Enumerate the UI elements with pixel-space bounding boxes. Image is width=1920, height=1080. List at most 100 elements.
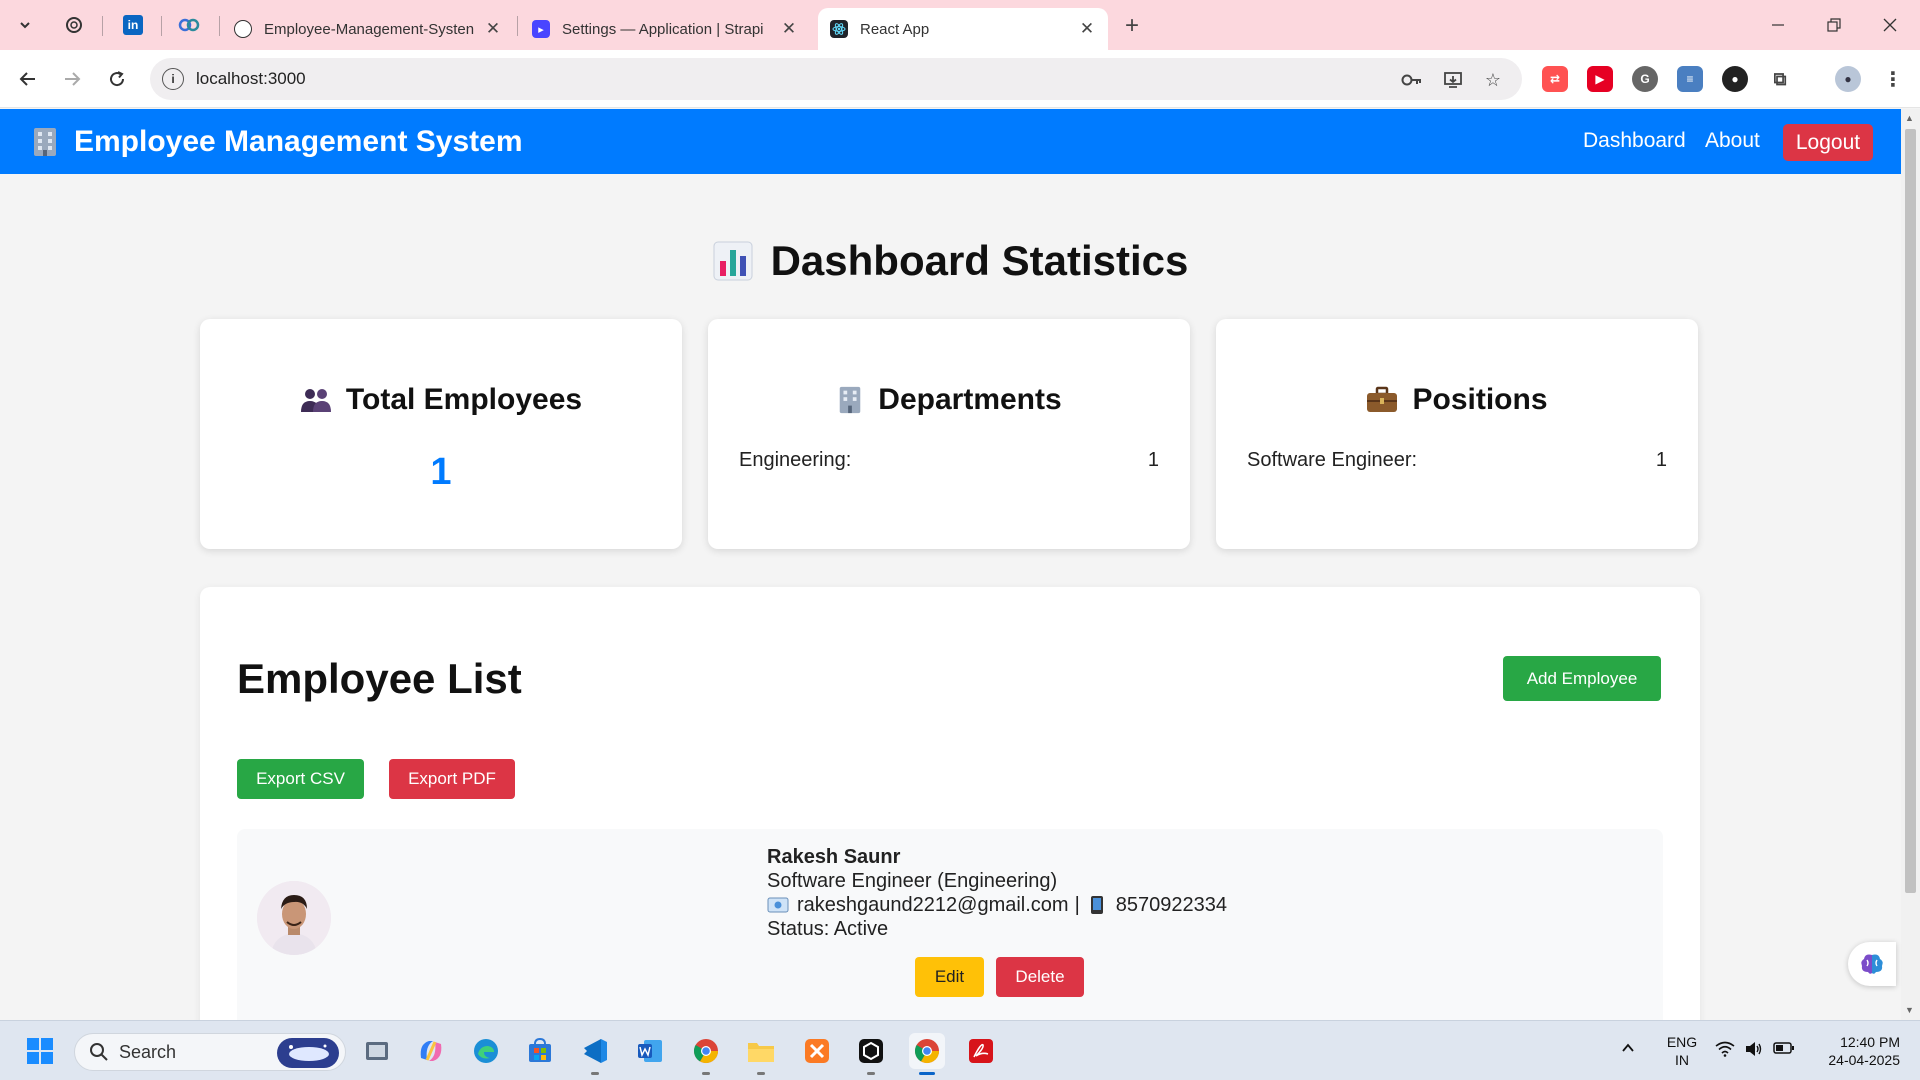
employee-avatar <box>257 881 331 955</box>
taskbar-edge[interactable] <box>468 1033 504 1069</box>
export-pdf-button[interactable]: Export PDF <box>389 759 515 799</box>
tab-title: Settings — Application | Strapi <box>562 20 764 38</box>
scroll-thumb[interactable] <box>1905 129 1916 893</box>
extension-youtube-icon[interactable]: ▶ <box>1587 66 1613 92</box>
total-employees-count: 1 <box>430 451 452 493</box>
taskbar-copilot[interactable] <box>413 1033 449 1069</box>
department-row: Engineering: 1 <box>739 449 1159 472</box>
taskbar-vscode[interactable] <box>577 1033 613 1075</box>
pinned-tab-linkedin[interactable]: in <box>121 13 145 37</box>
reload-button[interactable] <box>102 64 132 94</box>
employee-list-title: Employee List <box>237 655 522 702</box>
close-window-button[interactable] <box>1870 10 1910 40</box>
taskbar-search-label: Search <box>119 1041 177 1062</box>
taskbar-file-explorer[interactable] <box>743 1033 779 1075</box>
bar-chart-icon <box>713 241 753 281</box>
battery-icon <box>1773 1042 1794 1054</box>
task-view-button[interactable] <box>359 1033 395 1069</box>
taskbar-unity[interactable] <box>853 1033 889 1075</box>
minimize-button[interactable] <box>1758 10 1798 40</box>
tab-search-button[interactable] <box>10 11 40 39</box>
stat-card-positions: Positions Software Engineer: 1 <box>1216 319 1698 549</box>
language-indicator[interactable]: ENG IN <box>1664 1033 1700 1069</box>
employee-status: Status: Active <box>767 918 889 940</box>
position-row: Software Engineer: 1 <box>1247 449 1667 472</box>
tab-strapi[interactable]: ▸ Settings — Application | Strapi ✕ <box>520 8 810 50</box>
employee-details: Rakesh Saunr Software Engineer (Engineer… <box>767 845 1227 941</box>
minimize-icon <box>1772 24 1784 26</box>
profile-avatar[interactable]: ● <box>1835 66 1861 92</box>
taskbar-clock[interactable]: 12:40 PM 24-04-2025 <box>1800 1033 1900 1069</box>
export-csv-button[interactable]: Export CSV <box>237 759 364 799</box>
floating-assistant-button[interactable] <box>1848 942 1896 986</box>
taskbar-search[interactable]: Search <box>74 1033 346 1071</box>
vscode-icon <box>584 1039 607 1063</box>
reload-icon <box>110 71 125 87</box>
password-key-icon[interactable] <box>1399 67 1425 93</box>
restore-button[interactable] <box>1814 10 1854 40</box>
nav-link-about[interactable]: About <box>1705 129 1760 153</box>
dashboard-title: Dashboard Statistics <box>0 237 1901 285</box>
bookmark-star-icon[interactable]: ☆ <box>1480 67 1506 93</box>
delete-employee-button[interactable]: Delete <box>996 957 1084 997</box>
taskbar-xampp[interactable] <box>799 1033 835 1069</box>
taskbar-word[interactable] <box>632 1033 668 1069</box>
restore-icon <box>1827 18 1841 32</box>
scroll-up-arrow-icon[interactable]: ▲ <box>1905 113 1914 123</box>
edit-employee-button[interactable]: Edit <box>915 957 984 997</box>
loop-icon <box>178 18 200 32</box>
chevron-down-icon <box>20 22 30 29</box>
system-tray-status[interactable] <box>1715 1041 1795 1057</box>
extension-printer-icon[interactable]: ≡ <box>1677 66 1703 92</box>
clock-time: 12:40 PM <box>1840 1034 1900 1050</box>
pinned-tab-chatgpt[interactable] <box>62 13 86 37</box>
language-code: ENG <box>1666 1034 1698 1050</box>
browser-menu-icon[interactable]: ⋮ <box>1880 66 1906 92</box>
close-icon[interactable]: ✕ <box>484 19 502 39</box>
taskbar-chrome-active[interactable] <box>909 1033 945 1075</box>
taskbar-acrobat[interactable] <box>963 1033 999 1069</box>
app-navbar: Employee Management System Dashboard Abo… <box>0 109 1901 174</box>
extension-grammarly-icon[interactable]: G <box>1632 66 1658 92</box>
install-app-icon[interactable] <box>1440 67 1466 93</box>
card-heading: Total Employees <box>200 383 682 417</box>
address-bar[interactable]: i localhost:3000 ☆ <box>150 58 1522 100</box>
extensions-puzzle-icon[interactable]: ⧉ <box>1767 66 1793 92</box>
page-scrollbar[interactable]: ▲ ▼ <box>1901 109 1920 1020</box>
taskbar-chrome-profile[interactable] <box>688 1033 724 1075</box>
employee-role: Software Engineer (Engineering) <box>767 870 1058 892</box>
add-employee-button[interactable]: Add Employee <box>1503 656 1661 701</box>
site-info-icon[interactable]: i <box>162 68 184 90</box>
logout-button[interactable]: Logout <box>1783 124 1873 161</box>
xampp-icon <box>805 1039 829 1063</box>
search-icon <box>90 1043 108 1061</box>
department-name: Engineering: <box>739 449 852 471</box>
windows-start-button[interactable] <box>22 1033 58 1069</box>
employee-phone: 8570922334 <box>1115 894 1228 916</box>
taskbar-store[interactable] <box>522 1033 558 1069</box>
show-hidden-icons-button[interactable] <box>1620 1041 1636 1059</box>
page-viewport: Employee Management System Dashboard Abo… <box>0 109 1901 1020</box>
arrow-right-icon <box>65 72 81 86</box>
copilot-icon <box>420 1041 442 1061</box>
pinned-tab-extension[interactable] <box>177 13 201 37</box>
new-tab-button[interactable]: + <box>1118 12 1146 40</box>
nav-link-dashboard[interactable]: Dashboard <box>1583 129 1686 153</box>
close-icon[interactable]: ✕ <box>780 19 798 39</box>
stat-card-departments: Departments Engineering: 1 <box>708 319 1190 549</box>
app-brand[interactable]: Employee Management System <box>30 125 523 159</box>
tab-separator <box>102 16 103 36</box>
back-button[interactable] <box>13 64 43 94</box>
chevron-up-icon <box>1622 1043 1634 1052</box>
word-icon <box>638 1040 662 1062</box>
running-indicator <box>702 1072 710 1075</box>
scroll-down-arrow-icon[interactable]: ▼ <box>1905 1005 1914 1015</box>
card-heading-text: Total Employees <box>345 383 583 416</box>
tab-react-app[interactable]: React App ✕ <box>818 8 1108 50</box>
tab-github[interactable]: Employee-Management-Systen ✕ <box>222 8 514 50</box>
extension-translate-icon[interactable]: ⇄ <box>1542 66 1568 92</box>
pdf-reader-icon <box>969 1039 993 1063</box>
forward-button[interactable] <box>57 64 87 94</box>
extension-colorzilla-icon[interactable]: ● <box>1722 66 1748 92</box>
close-icon[interactable]: ✕ <box>1078 19 1096 39</box>
